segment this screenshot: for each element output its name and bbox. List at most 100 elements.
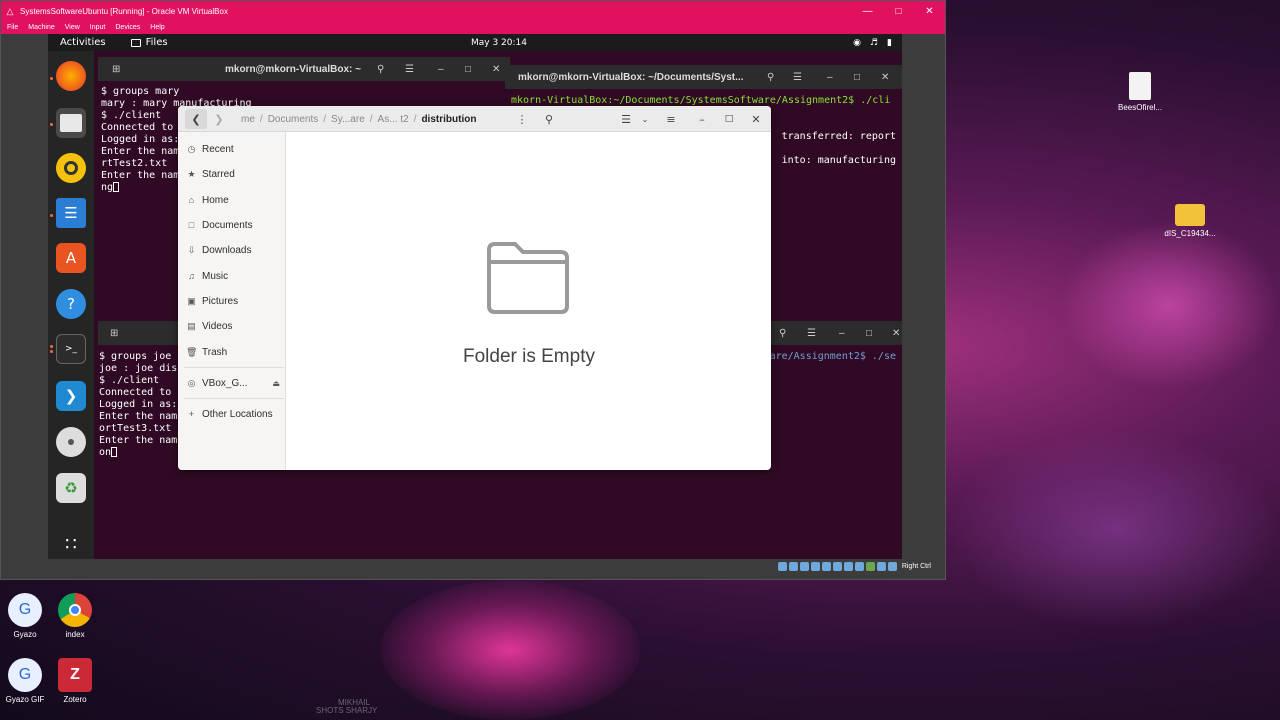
desktop-file-icon[interactable]: BeesOfirel... [1110,72,1170,112]
hdd-icon[interactable] [777,561,787,571]
disc-icon[interactable] [56,427,86,457]
audio-icon[interactable] [799,561,809,571]
desktop-folder-icon[interactable]: dIS_C19434... [1160,204,1220,238]
chrome-icon [58,593,92,627]
breadcrumb-current[interactable]: distribution [421,114,476,125]
mouse-integration-icon[interactable] [876,561,886,571]
volume-icon: ♬ [869,37,879,48]
sidebar-item-recent[interactable]: ◷ Recent [186,140,234,158]
maximize-button[interactable]: □ [465,64,471,75]
maximize-button[interactable]: □ [866,328,872,339]
sidebar-item-vbox-drive[interactable]: ◎ VBox_G... ⏏ [186,374,280,392]
sidebar-item-starred[interactable]: ★ Starred [186,165,234,183]
terminal-line: ng [101,182,114,193]
minimize-button[interactable]: – [839,328,845,339]
breadcrumb-item[interactable]: me [241,114,255,125]
rhythmbox-icon[interactable] [56,153,86,183]
maximize-button[interactable]: □ [854,72,860,83]
close-button[interactable]: ✕ [881,72,889,83]
close-button[interactable]: ✕ [492,64,500,75]
running-indicator [50,350,53,353]
vbox-menubar: File Machine View Input Devices Help [1,21,945,34]
vscode-icon[interactable]: ❯ [56,381,86,411]
folder-icon [1175,204,1205,226]
path-menu-icon[interactable]: ⋮ [515,109,529,129]
network-icon[interactable] [810,561,820,571]
clock[interactable]: May 3 20:14 [471,38,527,48]
menu-input[interactable]: Input [90,24,106,31]
sidebar-item-other-locations[interactable]: + Other Locations [186,405,273,423]
video-icon: ▤ [187,320,196,331]
app-menu[interactable]: Files [130,37,168,48]
sidebar-item-documents[interactable]: □ Documents [186,216,253,234]
back-button[interactable]: ❮ [185,109,207,129]
breadcrumb-item[interactable]: As... t2 [378,114,409,125]
optical-icon[interactable] [788,561,798,571]
software-icon[interactable]: A [56,243,86,273]
minimize-button[interactable]: – [438,64,444,75]
desktop-icon-label: dIS_C19434... [1164,229,1216,238]
files-icon[interactable] [56,108,86,138]
recording-icon[interactable] [854,561,864,571]
close-button[interactable]: ✕ [914,6,945,17]
sidebar-item-videos[interactable]: ▤ Videos [186,317,232,335]
document-icon: □ [188,220,195,230]
forward-button[interactable]: ❯ [208,109,230,129]
sidebar-item-pictures[interactable]: ▣ Pictures [186,292,238,310]
terminal-icon[interactable]: >_ [56,334,86,364]
sidebar-item-label: VBox_G... [202,377,248,389]
breadcrumb-item[interactable]: Sy...are [331,114,365,125]
maximize-button[interactable]: □ [720,109,738,129]
menu-devices[interactable]: Devices [115,24,140,31]
keyboard-icon[interactable] [887,561,897,571]
desktop-shortcut[interactable]: Z Zotero [45,658,105,704]
display-icon[interactable] [843,561,853,571]
menu-icon[interactable]: ☰ [793,72,802,83]
menu-file[interactable]: File [7,24,18,31]
system-tray[interactable]: ◉ ♬ ▮ [853,38,892,48]
eject-icon[interactable]: ⏏ [272,379,280,388]
shared-folder-icon[interactable] [832,561,842,571]
activities-button[interactable]: Activities [48,37,106,48]
help-icon[interactable]: ? [56,289,86,319]
search-icon[interactable]: ⚲ [767,72,774,83]
breadcrumb-item[interactable]: Documents [268,114,319,125]
background-glow [950,430,1280,630]
menu-machine[interactable]: Machine [28,24,54,31]
menu-icon[interactable]: ☰ [405,64,414,75]
trash-icon: 🗑 [186,346,198,357]
chevron-down-icon[interactable]: ⌄ [638,109,652,129]
menu-help[interactable]: Help [150,24,164,31]
minimize-button[interactable]: – [827,72,833,83]
search-icon[interactable]: ⚲ [539,109,559,129]
sidebar-item-home[interactable]: ⌂ Home [186,191,229,209]
list-view-icon[interactable]: ☰ [615,109,637,129]
search-icon[interactable]: ⚲ [377,64,384,75]
maximize-button[interactable]: □ [883,6,914,17]
sidebar-item-trash[interactable]: 🗑 Trash [186,343,227,361]
usb-icon[interactable] [821,561,831,571]
cpu-icon[interactable] [865,561,875,571]
writer-icon[interactable]: ☰ [56,198,86,228]
sidebar-item-downloads[interactable]: ⇩ Downloads [186,241,252,259]
running-indicator [50,123,53,126]
close-button[interactable]: ✕ [747,109,765,129]
sidebar-item-music[interactable]: ♫ Music [186,267,228,285]
search-icon[interactable]: ⚲ [779,328,786,339]
menu-view[interactable]: View [65,24,80,31]
desktop-shortcut[interactable]: index [45,593,105,639]
hamburger-menu-icon[interactable]: ≡ [660,109,682,129]
file-manager-headerbar: ❮ ❯ me / Documents / Sy...are / As... t2/ d… [178,106,771,132]
desktop-icon-label: Gyazo GIF [5,695,45,704]
empty-folder-icon [487,242,569,314]
new-tab-icon[interactable]: ⊞ [112,64,120,75]
minimize-button[interactable]: – [693,109,711,129]
trash-icon[interactable]: ♻ [56,473,86,503]
close-button[interactable]: ✕ [892,328,900,339]
firefox-icon[interactable] [56,61,86,91]
menu-icon[interactable]: ☰ [807,328,816,339]
apps-grid-icon[interactable]: ∷ [56,529,86,559]
new-tab-icon[interactable]: ⊞ [110,328,118,339]
minimize-button[interactable]: — [852,6,883,17]
file-manager-window[interactable]: ❮ ❯ me / Documents / Sy...are / As... t2/ d… [178,106,771,470]
